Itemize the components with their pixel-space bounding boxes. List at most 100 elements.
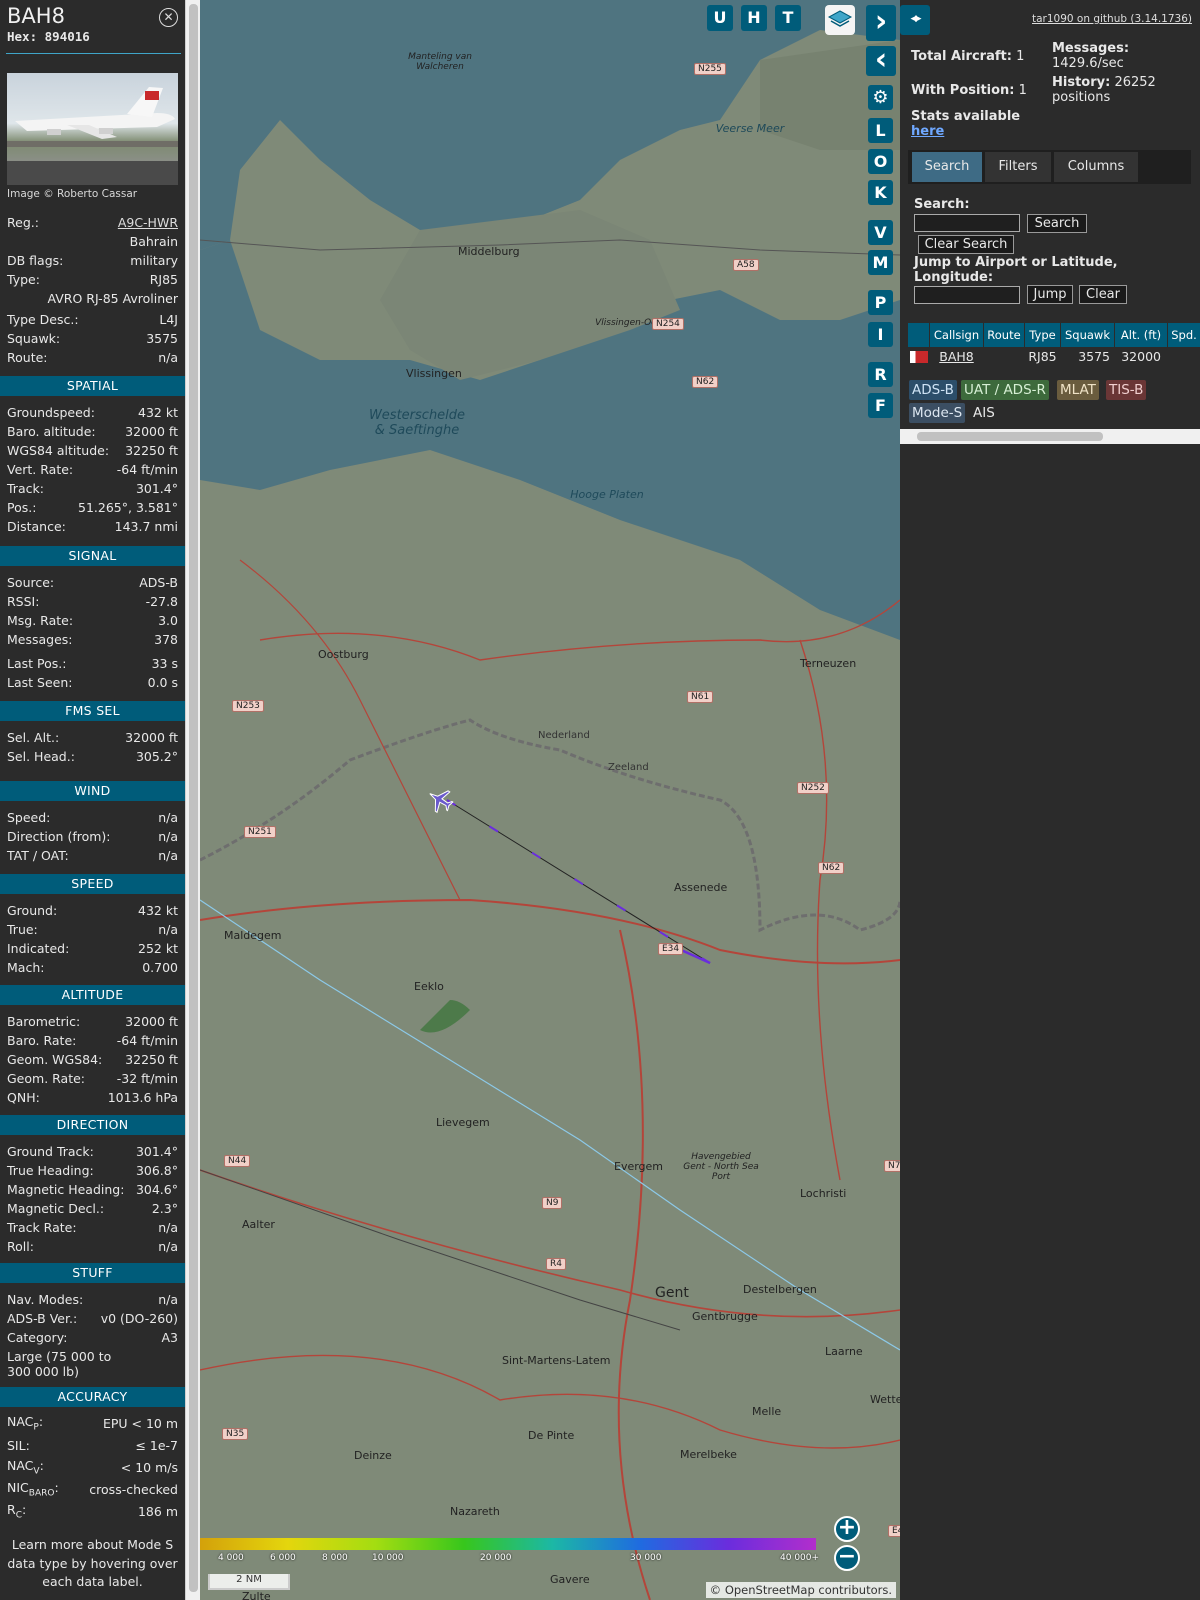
zoom-in-button[interactable]: + [834,1516,860,1542]
expand-sidebar-button[interactable]: › [866,5,896,41]
source-badge-mlat[interactable]: MLAT [1057,380,1099,400]
info-label[interactable]: Magnetic Decl.: [7,1201,104,1216]
table-scrollbar-thumb[interactable] [917,432,1103,441]
map-toggle-i-button[interactable]: I [868,322,893,347]
info-label[interactable]: Speed: [7,810,50,825]
column-squawk[interactable]: Squawk [1060,323,1114,347]
info-label[interactable]: True: [7,922,38,937]
info-label[interactable]: Pos.: [7,500,36,515]
info-label[interactable]: Nav. Modes: [7,1292,83,1307]
source-badge-ais[interactable]: AIS [970,403,998,423]
map-attribution[interactable]: © OpenStreetMap contributors. [705,1582,896,1598]
map-toggle-t-button[interactable]: T [775,5,801,31]
info-label[interactable]: Ground: [7,903,57,918]
search-button[interactable]: Search [1027,214,1087,233]
info-label[interactable]: NACV: [7,1458,44,1477]
info-label[interactable]: Sel. Head.: [7,749,75,764]
tab-columns[interactable]: Columns [1054,152,1138,182]
info-label[interactable]: Mach: [7,960,44,975]
tab-search[interactable]: Search [912,152,982,182]
info-label[interactable]: NACP: [7,1414,43,1433]
sidebar-scrollbar[interactable] [185,0,200,1600]
stats-link[interactable]: here [911,124,944,139]
info-label[interactable]: Distance: [7,519,66,534]
info-label[interactable]: Geom. WGS84: [7,1052,102,1067]
with-position: With Position: 1 [911,83,1027,98]
row-callsign[interactable]: BAH8 [929,347,983,367]
source-badge-mode-s[interactable]: Mode-S [909,403,966,423]
source-badge-ads-b[interactable]: ADS-B [909,380,957,400]
jump-input[interactable] [914,286,1020,304]
github-link[interactable]: tar1090 on github (3.14.1736) [1032,13,1192,25]
table-row[interactable]: BAH8 RJ85 3575 32000 [908,347,1200,367]
collapse-sidebar-button[interactable]: ‹ [866,45,896,76]
with-position-label: With Position: [911,83,1015,98]
info-label[interactable]: RSSI: [7,594,39,609]
map-toggle-l-button[interactable]: L [868,118,893,143]
info-label[interactable]: Groundspeed: [7,405,95,420]
aircraft-photo[interactable] [7,73,178,185]
map-toggle-r-button[interactable]: R [868,362,893,387]
layers-icon[interactable] [825,5,855,35]
map-toggle-o-button[interactable]: O [868,149,893,174]
clear-search-button[interactable]: Clear Search [918,235,1014,254]
info-label[interactable]: Track Rate: [7,1220,77,1235]
clear-button[interactable]: Clear [1079,285,1127,304]
map-toggle-h-button[interactable]: H [741,5,767,31]
ident-value[interactable]: A9C-HWR [118,215,178,230]
close-icon[interactable]: ✕ [159,8,178,27]
column-speed[interactable]: Spd. [1167,323,1200,347]
map-toggle-m-button[interactable]: M [868,250,893,275]
map-toggle-v-button[interactable]: V [868,220,893,245]
info-label[interactable]: Track: [7,481,44,496]
info-label[interactable]: TAT / OAT: [7,848,69,863]
toggle-panel-button[interactable]: ◂▸ [900,5,930,35]
info-label[interactable]: Barometric: [7,1014,80,1029]
map-toggle-f-button[interactable]: F [868,393,893,418]
info-label[interactable]: Category: [7,1330,67,1345]
info-label[interactable]: Baro. altitude: [7,424,96,439]
source-badge-tis-b[interactable]: TIS-B [1106,380,1147,400]
jump-button[interactable]: Jump [1027,285,1073,304]
tab-filters[interactable]: Filters [985,152,1051,182]
info-label[interactable]: WGS84 altitude: [7,443,109,458]
section-header-fms-sel: FMS SEL [0,701,185,721]
info-label[interactable]: NICBARO: [7,1480,59,1499]
map-view[interactable]: Manteling van Walcheren Veerse Meer Middel… [200,0,900,1600]
info-label[interactable]: Msg. Rate: [7,613,73,628]
column-callsign[interactable]: Callsign [929,323,983,347]
info-label[interactable]: ADS-B Ver.: [7,1311,77,1326]
info-label[interactable]: Baro. Rate: [7,1033,76,1048]
info-label[interactable]: Geom. Rate: [7,1071,85,1086]
column-type[interactable]: Type [1024,323,1060,347]
info-label[interactable]: True Heading: [7,1163,94,1178]
map-toggle-k-button[interactable]: K [868,180,893,205]
zoom-out-button[interactable]: − [834,1545,860,1571]
info-label[interactable]: Source: [7,575,54,590]
info-label[interactable]: Last Seen: [7,675,72,690]
legend-tick: 30 000 [630,1553,662,1563]
info-row: Baro. Rate: -64 ft/min [7,1031,178,1050]
info-label[interactable]: QNH: [7,1090,40,1105]
table-horizontal-scrollbar[interactable] [900,429,1200,444]
info-label[interactable]: Magnetic Heading: [7,1182,124,1197]
info-label[interactable]: RC: [7,1502,26,1521]
info-label[interactable]: Vert. Rate: [7,462,73,477]
map-toggle-u-button[interactable]: U [707,5,733,31]
search-input[interactable] [914,214,1020,232]
source-badge-uat-ads-r[interactable]: UAT / ADS-R [961,380,1049,400]
map-toggle-p-button[interactable]: P [868,290,893,315]
info-label[interactable]: Ground Track: [7,1144,94,1159]
info-label[interactable]: SIL: [7,1438,30,1453]
sidebar-scrollbar-thumb[interactable] [189,4,198,1592]
info-label[interactable]: Messages: [7,632,73,647]
column-altitude[interactable]: Alt. (ft) [1114,323,1167,347]
info-label[interactable]: Sel. Alt.: [7,730,59,745]
info-label[interactable]: Last Pos.: [7,656,66,671]
column-route[interactable]: Route [983,323,1024,347]
info-label[interactable]: Roll: [7,1239,34,1254]
settings-gear-icon[interactable]: ⚙ [868,85,893,110]
info-label[interactable]: Indicated: [7,941,69,956]
info-label-text: R [7,1502,16,1518]
info-label[interactable]: Direction (from): [7,829,111,844]
